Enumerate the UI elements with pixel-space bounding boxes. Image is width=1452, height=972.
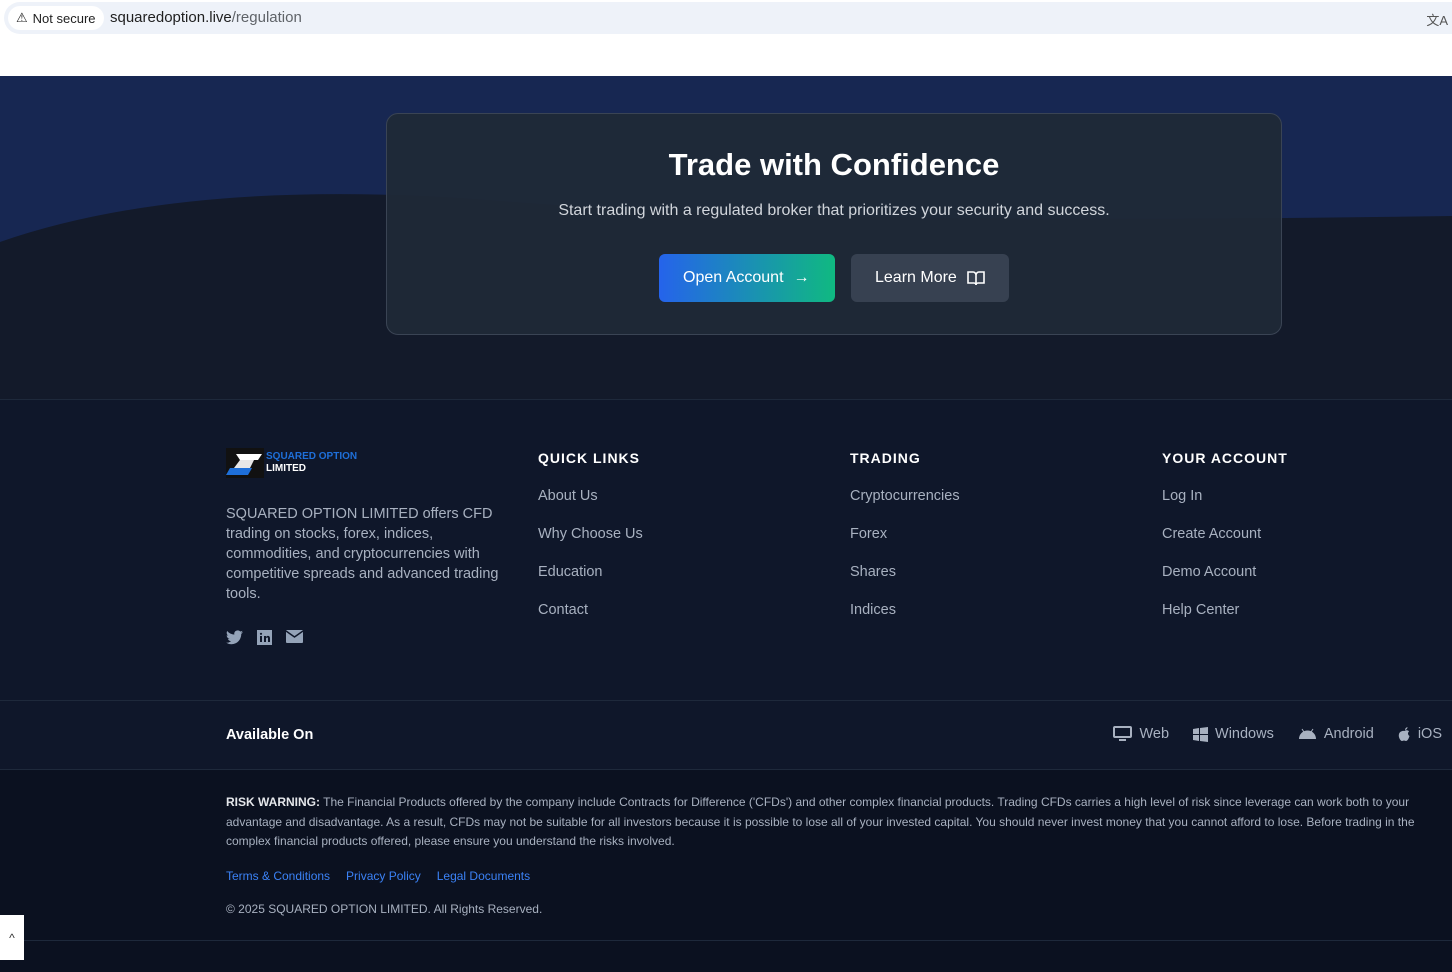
legal-section: RISK WARNING: The Financial Products off…	[0, 770, 1452, 972]
link-indices[interactable]: Indices	[850, 602, 960, 618]
cta-section: Trade with Confidence Start trading with…	[0, 76, 1452, 400]
link-forex[interactable]: Forex	[850, 526, 960, 542]
url-text[interactable]: squaredoption.live/regulation	[110, 9, 302, 26]
available-on-bar: Available On Web Windows Android iOS	[0, 701, 1452, 769]
security-chip[interactable]: ⚠ Not secure	[8, 6, 104, 30]
terms-link[interactable]: Terms & Conditions	[226, 869, 330, 883]
platform-ios[interactable]: iOS	[1398, 726, 1442, 742]
link-log-in[interactable]: Log In	[1162, 488, 1288, 504]
arrow-right-icon: →	[793, 269, 810, 286]
link-contact[interactable]: Contact	[538, 602, 643, 618]
link-education[interactable]: Education	[538, 564, 643, 580]
risk-warning: RISK WARNING: The Financial Products off…	[226, 795, 1415, 848]
link-create-account[interactable]: Create Account	[1162, 526, 1288, 542]
footer-column-quick-links: QUICK LINKS About Us Why Choose Us Educa…	[538, 450, 643, 618]
link-why-choose-us[interactable]: Why Choose Us	[538, 526, 643, 542]
link-about-us[interactable]: About Us	[538, 488, 643, 504]
cta-subtitle: Start trading with a regulated broker th…	[558, 202, 1110, 219]
platform-windows[interactable]: Windows	[1193, 726, 1274, 742]
email-icon[interactable]	[286, 630, 303, 643]
translate-icon[interactable]: 文A	[1426, 10, 1448, 29]
open-account-button[interactable]: Open Account →	[659, 254, 835, 302]
cta-card: Trade with Confidence Start trading with…	[386, 113, 1282, 335]
cta-title: Trade with Confidence	[668, 147, 1000, 182]
social-links	[226, 630, 303, 645]
apple-icon	[1398, 726, 1410, 741]
omnibox[interactable]: ⚠ Not secure squaredoption.live/regulatio…	[4, 2, 1452, 34]
link-help-center[interactable]: Help Center	[1162, 602, 1288, 618]
browser-address-bar: ⚠ Not secure squaredoption.live/regulatio…	[0, 0, 1452, 36]
page-header-strip	[0, 36, 1452, 76]
linkedin-icon[interactable]	[257, 630, 272, 645]
footer-column-your-account: YOUR ACCOUNT Log In Create Account Demo …	[1162, 450, 1288, 618]
logo-mark-icon	[226, 448, 264, 478]
copyright: © 2025 SQUARED OPTION LIMITED. All Right…	[226, 902, 543, 916]
book-icon	[967, 271, 985, 286]
platform-android[interactable]: Android	[1298, 726, 1374, 742]
platform-web[interactable]: Web	[1113, 726, 1169, 742]
footer-column-trading: TRADING Cryptocurrencies Forex Shares In…	[850, 450, 960, 618]
android-icon	[1298, 728, 1316, 739]
warning-icon: ⚠	[16, 10, 28, 25]
desktop-icon	[1113, 726, 1133, 741]
learn-more-button[interactable]: Learn More	[851, 254, 1009, 302]
link-demo-account[interactable]: Demo Account	[1162, 564, 1288, 580]
legal-documents-link[interactable]: Legal Documents	[437, 869, 530, 883]
divider	[0, 940, 1452, 941]
footer: SQUARED OPTION LIMITED SQUARED OPTION LIM…	[0, 400, 1452, 700]
logo[interactable]: SQUARED OPTION LIMITED	[226, 448, 357, 478]
twitter-icon[interactable]	[226, 630, 243, 645]
chevron-up-icon: ^	[9, 930, 15, 945]
link-cryptocurrencies[interactable]: Cryptocurrencies	[850, 488, 960, 504]
scroll-to-top-button[interactable]: ^	[0, 915, 24, 960]
company-description: SQUARED OPTION LIMITED offers CFD tradin…	[226, 506, 499, 602]
windows-icon	[1193, 726, 1209, 742]
link-shares[interactable]: Shares	[850, 564, 960, 580]
privacy-link[interactable]: Privacy Policy	[346, 869, 421, 883]
